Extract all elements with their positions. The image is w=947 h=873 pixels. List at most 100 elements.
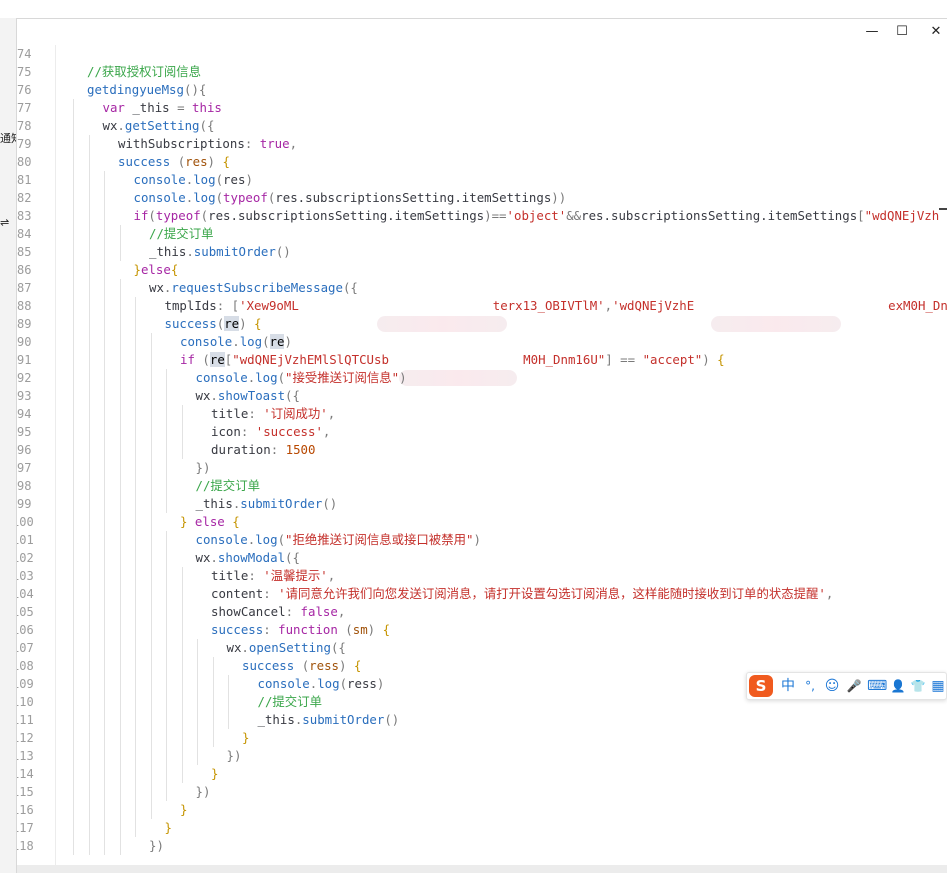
indent-guide — [181, 657, 183, 675]
code-token: { — [254, 316, 262, 331]
code-line[interactable]: withSubscriptions: true, — [118, 135, 297, 153]
code-line[interactable]: console.log(ress) — [258, 675, 385, 693]
code-token: wx — [226, 640, 242, 655]
indent-guide — [88, 369, 90, 387]
indent-guide — [135, 783, 136, 801]
indent-guide — [73, 477, 74, 495]
indent-guide — [73, 279, 74, 297]
code-line[interactable]: console.log(re) — [180, 333, 292, 351]
line-number: 114 — [17, 767, 34, 781]
indent-guide — [88, 657, 90, 675]
maximize-button[interactable]: ☐ — [891, 22, 913, 42]
indent-guide — [166, 729, 167, 747]
code-line[interactable]: _this.submitOrder() — [149, 243, 291, 261]
line-number: 97 — [17, 461, 32, 475]
code-line[interactable]: }) — [227, 747, 242, 765]
indent-guide — [119, 729, 121, 747]
indent-guide — [119, 225, 121, 243]
emoji-icon[interactable]: ☺ — [823, 677, 841, 695]
indent-guide — [166, 603, 167, 621]
code-line[interactable]: if(typeof(res.subscriptionsSetting.itemS… — [134, 207, 940, 225]
code-line[interactable]: console.log("拒绝推送订阅信息或接口被禁用") — [196, 531, 481, 549]
code-line[interactable]: success: function (sm) { — [211, 621, 390, 639]
code-line[interactable]: _this.submitOrder() — [258, 711, 400, 729]
code-line[interactable]: title: '温馨提示', — [211, 567, 335, 585]
code-line[interactable]: content: '请同意允许我们向您发送订阅消息，请打开设置勾选订阅消息，这样… — [211, 585, 833, 603]
code-token: ) — [339, 658, 354, 673]
indent-guide — [181, 693, 183, 711]
indent-guide — [104, 567, 105, 585]
minimize-button[interactable]: — — [861, 22, 883, 42]
indent-guide — [73, 819, 74, 837]
indent-guide — [119, 657, 121, 675]
code-line[interactable]: //获取授权订阅信息 — [87, 63, 201, 81]
code-token: : — [285, 604, 301, 619]
indent-guide — [88, 783, 90, 801]
indent-guide — [197, 639, 198, 657]
indent-guide — [135, 333, 136, 351]
toolbox-icon[interactable]: ▦ — [929, 677, 947, 695]
code-line[interactable]: icon: 'success', — [211, 423, 330, 441]
code-token: { — [232, 514, 240, 529]
code-line[interactable]: getdingyueMsg(){ — [87, 81, 206, 99]
indent-guide — [104, 279, 105, 297]
code-line[interactable]: if (re["wdQNEjVzhEMlSlQTCUsb M0H_Dnm16U"… — [180, 351, 725, 369]
code-line[interactable]: success (res) { — [118, 153, 230, 171]
scrollbar-marker[interactable] — [939, 208, 947, 210]
code-line[interactable]: tmplIds: ['Xew9oML terx13_OBIVTlM','wdQN… — [165, 297, 947, 315]
indent-guide — [73, 369, 74, 387]
code-line[interactable]: } — [165, 819, 172, 837]
shirt-icon[interactable]: 👕 — [909, 677, 927, 695]
code-line[interactable]: } — [180, 801, 187, 819]
keyboard-icon[interactable]: ⌨ — [867, 677, 887, 695]
indent-guide — [135, 405, 136, 423]
code-editor[interactable]: 74 75 76 77 78 79 80 81 82 83 84 85 86 87 88 89 90 91 92 93… — [17, 45, 947, 865]
indent-guide — [88, 801, 90, 819]
ime-punctuation-icon[interactable]: °, — [801, 677, 819, 695]
indent-guide — [135, 297, 136, 315]
indent-guide — [88, 189, 90, 207]
code-token: ( — [345, 622, 353, 637]
indent-guide — [135, 603, 136, 621]
sogou-logo-icon[interactable]: S — [749, 675, 773, 697]
code-line[interactable]: wx.getSetting({ — [103, 117, 215, 135]
code-line[interactable]: duration: 1500 — [211, 441, 315, 459]
code-line[interactable]: console.log(res) — [134, 171, 253, 189]
ime-toolbar[interactable]: S 中 °, ☺ 🎤 ⌨ 👤 👕 ▦ — [746, 672, 947, 700]
indent-guide — [88, 405, 90, 423]
code-line[interactable]: }) — [149, 837, 164, 855]
code-line[interactable]: //提交订单 — [258, 693, 322, 711]
code-line[interactable]: console.log(typeof(res.subscriptionsSett… — [134, 189, 567, 207]
code-line[interactable]: wx.showToast({ — [196, 387, 300, 405]
code-token: . — [117, 118, 125, 133]
code-token: this — [192, 100, 222, 115]
code-line[interactable]: //提交订单 — [149, 225, 213, 243]
code-line[interactable]: }else{ — [134, 261, 179, 279]
code-line[interactable]: wx.openSetting({ — [227, 639, 346, 657]
code-line[interactable]: } — [211, 765, 218, 783]
code-area[interactable]: //获取授权订阅信息 getdingyueMsg(){var _this = th… — [71, 45, 947, 865]
indent-guide — [73, 315, 74, 333]
code-line[interactable]: }) — [196, 459, 211, 477]
code-line[interactable]: //提交订单 — [196, 477, 260, 495]
code-line[interactable]: } else { — [180, 513, 240, 531]
close-button[interactable]: ✕ — [925, 22, 947, 42]
code-line[interactable]: var _this = this — [103, 99, 222, 117]
indent-guide — [150, 711, 152, 729]
microphone-icon[interactable]: 🎤 — [845, 677, 863, 695]
code-line[interactable]: success(re) { — [165, 315, 262, 333]
code-line[interactable]: title: '订阅成功', — [211, 405, 335, 423]
user-icon[interactable]: 👤 — [889, 677, 907, 695]
ime-chinese-mode-icon[interactable]: 中 — [779, 677, 797, 695]
indent-guide — [104, 333, 105, 351]
indent-guide — [119, 279, 121, 297]
code-line[interactable]: success (ress) { — [242, 657, 361, 675]
code-line[interactable]: console.log("接受推送订阅信息") — [196, 369, 407, 387]
code-line[interactable]: showCancel: false, — [211, 603, 345, 621]
code-line[interactable]: } — [242, 729, 249, 747]
code-line[interactable]: wx.showModal({ — [196, 549, 300, 567]
code-line[interactable]: wx.requestSubscribeMessage({ — [149, 279, 358, 297]
indent-guide — [73, 117, 74, 135]
code-line[interactable]: _this.submitOrder() — [196, 495, 338, 513]
code-line[interactable]: }) — [196, 783, 211, 801]
